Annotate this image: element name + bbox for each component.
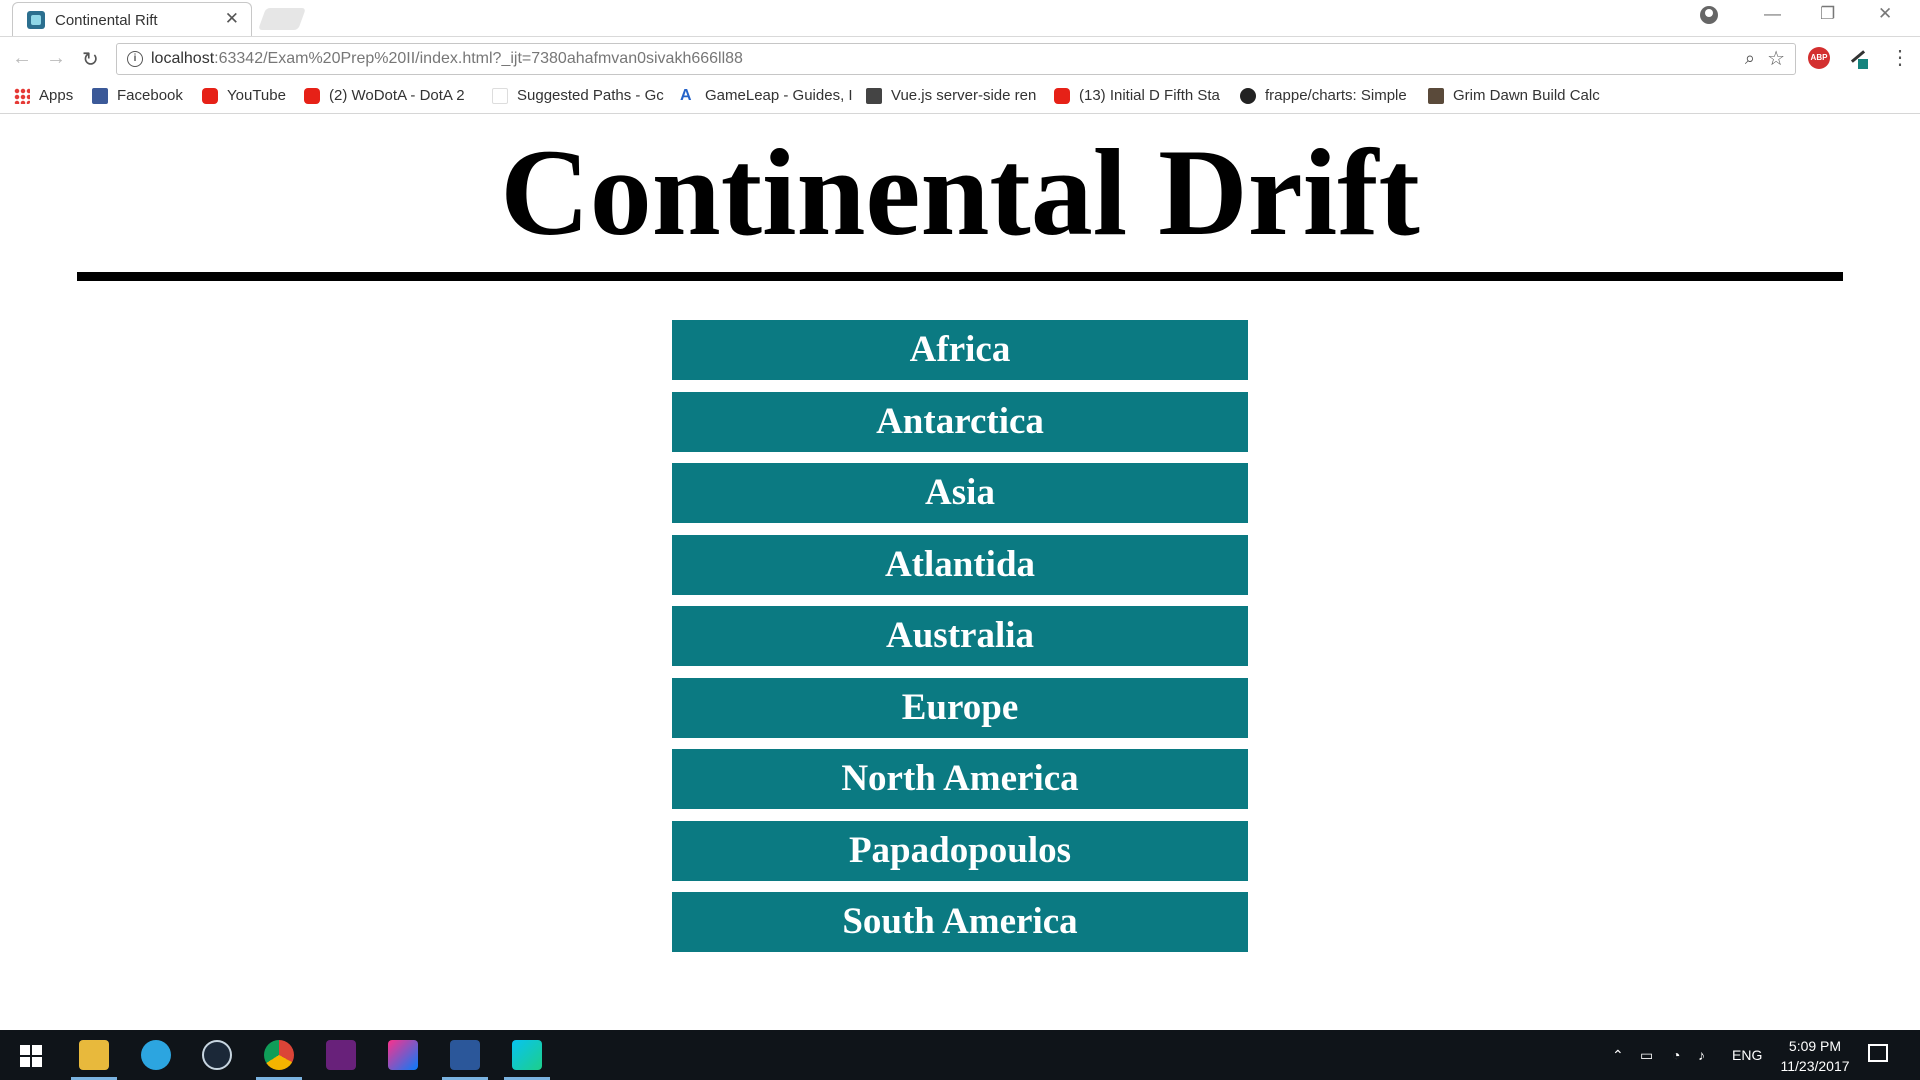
gameleap-icon: A xyxy=(680,87,696,104)
youtube-icon xyxy=(1054,87,1070,104)
file-explorer-icon[interactable] xyxy=(71,1040,117,1080)
new-tab-button[interactable] xyxy=(257,8,307,30)
page-title: Continental Drift xyxy=(500,124,1420,261)
windows-start-icon[interactable] xyxy=(20,1045,42,1067)
continent-button-south-america[interactable]: South America xyxy=(672,892,1248,952)
webstorm-icon[interactable] xyxy=(504,1040,550,1080)
action-center-icon[interactable] xyxy=(1868,1044,1888,1062)
extension-icon[interactable] xyxy=(1848,47,1868,69)
zoom-icon[interactable]: ⌕ xyxy=(1745,48,1755,69)
google-icon xyxy=(492,87,508,104)
continent-button-asia[interactable]: Asia xyxy=(672,463,1248,523)
clock-time: 5:09 PM xyxy=(1788,1038,1842,1054)
chrome-icon[interactable] xyxy=(256,1040,302,1080)
bookmark-grim-dawn[interactable]: Grim Dawn Build Calc xyxy=(1428,87,1600,104)
close-tab-icon[interactable]: ✕ xyxy=(225,9,239,29)
browser-tab[interactable]: Continental Rift ✕ xyxy=(12,2,252,36)
url-text[interactable]: localhost:63342/Exam%20Prep%20II/index.h… xyxy=(151,50,743,68)
youtube-icon xyxy=(202,87,218,104)
bookmark-star-icon[interactable]: ☆ xyxy=(1767,46,1785,71)
bookmark-youtube[interactable]: YouTube xyxy=(202,87,286,104)
continent-button-australia[interactable]: Australia xyxy=(672,606,1248,666)
close-window-icon[interactable]: ✕ xyxy=(1878,4,1892,24)
system-clock[interactable]: 5:09 PM 11/23/2017 xyxy=(1772,1036,1858,1076)
title-divider xyxy=(77,272,1843,281)
forward-arrow-icon[interactable]: → xyxy=(46,47,66,70)
youtube-icon xyxy=(304,87,320,104)
continent-button-europe[interactable]: Europe xyxy=(672,677,1248,738)
continent-button-africa[interactable]: Africa xyxy=(672,320,1248,380)
tab-strip: Continental Rift ✕ — ❐ ✕ xyxy=(0,0,1920,37)
intellij-icon[interactable] xyxy=(388,1040,418,1070)
restore-icon[interactable]: ❐ xyxy=(1820,4,1835,24)
bookmark-initial-d[interactable]: (13) Initial D Fifth Sta xyxy=(1054,87,1220,104)
bookmark-frappe-charts[interactable]: frappe/charts: Simple xyxy=(1240,87,1407,104)
word-icon[interactable] xyxy=(442,1040,488,1080)
reload-icon[interactable]: ↻ xyxy=(82,47,99,72)
bookmark-wodota[interactable]: (2) WoDotA - DotA 2 xyxy=(304,87,465,104)
bookmark-facebook[interactable]: Facebook xyxy=(92,87,183,104)
bookmarks-bar: Apps Facebook YouTube (2) WoDotA - DotA … xyxy=(0,81,1920,114)
browser-toolbar: ← → ↻ i localhost:63342/Exam%20Prep%20II… xyxy=(0,37,1920,81)
profile-icon[interactable] xyxy=(1700,6,1718,24)
steam-icon[interactable] xyxy=(202,1040,232,1070)
bookmark-suggested-paths[interactable]: Suggested Paths - Gc xyxy=(492,87,664,104)
continent-button-atlantida[interactable]: Atlantida xyxy=(672,534,1248,595)
apps-grid-icon xyxy=(14,87,30,104)
telegram-icon[interactable] xyxy=(141,1040,171,1070)
visual-studio-icon[interactable] xyxy=(326,1040,356,1070)
info-icon[interactable]: i xyxy=(127,51,143,67)
wifi-icon[interactable]: ◔ xyxy=(1672,1047,1680,1063)
bookmark-vuejs[interactable]: Vue.js server-side ren xyxy=(866,87,1036,104)
address-bar[interactable]: i localhost:63342/Exam%20Prep%20II/index… xyxy=(116,43,1796,75)
continent-button-papadopoulos[interactable]: Papadopoulos xyxy=(672,820,1248,881)
continent-button-north-america[interactable]: North America xyxy=(672,749,1248,809)
continent-list: Africa Antarctica Asia Atlantida Austral… xyxy=(672,320,1248,964)
volume-icon[interactable]: ♪ xyxy=(1698,1047,1705,1063)
facebook-icon xyxy=(92,87,108,104)
continent-button-antarctica[interactable]: Antarctica xyxy=(672,391,1248,452)
windows-taskbar: ⌃ ▭ ◔ ♪ ENG 5:09 PM 11/23/2017 xyxy=(0,1030,1920,1080)
webstorm-favicon-icon xyxy=(27,11,45,29)
grimdawn-icon xyxy=(1428,87,1444,104)
battery-icon[interactable]: ▭ xyxy=(1640,1047,1653,1064)
language-indicator[interactable]: ENG xyxy=(1732,1047,1762,1063)
clock-date: 11/23/2017 xyxy=(1780,1058,1850,1074)
adblock-plus-icon[interactable]: ABP xyxy=(1808,47,1830,69)
bookmark-apps[interactable]: Apps xyxy=(14,87,73,104)
image-icon xyxy=(866,87,882,104)
back-arrow-icon[interactable]: ← xyxy=(12,47,32,70)
browser-menu-icon[interactable]: ⋮ xyxy=(1890,45,1910,70)
bookmark-gameleap[interactable]: A GameLeap - Guides, I xyxy=(680,87,853,104)
minimize-icon[interactable]: — xyxy=(1764,4,1781,24)
show-hidden-icons-icon[interactable]: ⌃ xyxy=(1612,1047,1624,1064)
tab-title: Continental Rift xyxy=(55,12,158,29)
github-icon xyxy=(1240,87,1256,104)
